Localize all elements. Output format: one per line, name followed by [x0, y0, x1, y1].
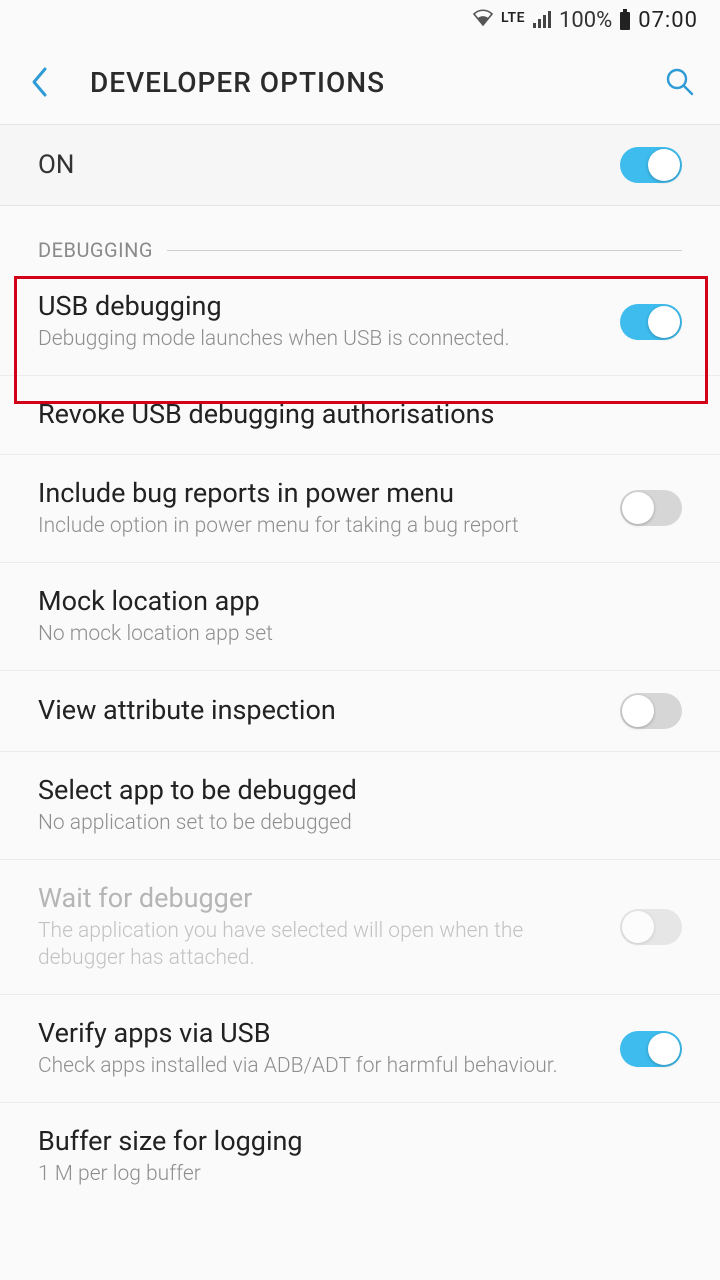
setting-title: Include bug reports in power menu	[38, 477, 600, 511]
setting-text: Verify apps via USBCheck apps installed …	[38, 1017, 600, 1080]
toggle-wait-for-debugger	[620, 909, 682, 945]
toggle-view-attr-inspection[interactable]	[620, 693, 682, 729]
setting-text: Mock location appNo mock location app se…	[38, 585, 682, 648]
master-toggle-label: ON	[38, 150, 620, 180]
setting-bug-reports-power[interactable]: Include bug reports in power menuInclude…	[0, 455, 720, 563]
setting-desc: 1 M per log buffer	[38, 1161, 682, 1188]
setting-usb-debugging[interactable]: USB debuggingDebugging mode launches whe…	[0, 268, 720, 376]
setting-text: Wait for debuggerThe application you hav…	[38, 882, 600, 972]
battery-icon	[618, 9, 632, 31]
page-title: DEVELOPER OPTIONS	[62, 66, 658, 99]
master-toggle-row[interactable]: ON	[0, 124, 720, 206]
chevron-left-icon	[30, 66, 50, 98]
setting-text: View attribute inspection	[38, 694, 600, 728]
setting-desc: No mock location app set	[38, 621, 682, 648]
signal-icon	[531, 10, 553, 30]
setting-title: Revoke USB debugging authorisations	[38, 398, 682, 432]
clock: 07:00	[638, 8, 698, 33]
setting-text: Select app to be debuggedNo application …	[38, 774, 682, 837]
setting-select-app-debug[interactable]: Select app to be debuggedNo application …	[0, 752, 720, 860]
setting-desc: The application you have selected will o…	[38, 918, 600, 973]
battery-pct: 100%	[559, 8, 612, 33]
setting-wait-for-debugger: Wait for debuggerThe application you hav…	[0, 860, 720, 995]
setting-text: Revoke USB debugging authorisations	[38, 398, 682, 432]
setting-title: View attribute inspection	[38, 694, 600, 728]
setting-title: Wait for debugger	[38, 882, 600, 916]
setting-title: Select app to be debugged	[38, 774, 682, 808]
status-bar: LTE 100% 07:00	[0, 0, 720, 40]
app-header: DEVELOPER OPTIONS	[0, 40, 720, 124]
lte-indicator: LTE	[501, 10, 525, 26]
setting-desc: No application set to be debugged	[38, 810, 682, 837]
section-label: DEBUGGING	[38, 238, 153, 262]
search-button[interactable]	[658, 60, 702, 104]
setting-text: USB debuggingDebugging mode launches whe…	[38, 290, 600, 353]
toggle-verify-apps-usb[interactable]	[620, 1031, 682, 1067]
setting-desc: Check apps installed via ADB/ADT for har…	[38, 1053, 600, 1080]
setting-buffer-size-logging[interactable]: Buffer size for logging1 M per log buffe…	[0, 1103, 720, 1210]
toggle-usb-debugging[interactable]	[620, 304, 682, 340]
search-icon	[664, 66, 696, 98]
toggle-bug-reports-power[interactable]	[620, 490, 682, 526]
master-toggle[interactable]	[620, 147, 682, 183]
setting-revoke-usb-auth[interactable]: Revoke USB debugging authorisations	[0, 376, 720, 455]
setting-verify-apps-usb[interactable]: Verify apps via USBCheck apps installed …	[0, 995, 720, 1103]
setting-title: Mock location app	[38, 585, 682, 619]
setting-desc: Include option in power menu for taking …	[38, 513, 600, 540]
back-button[interactable]	[18, 60, 62, 104]
setting-text: Include bug reports in power menuInclude…	[38, 477, 600, 540]
section-divider	[167, 250, 682, 251]
setting-title: USB debugging	[38, 290, 600, 324]
setting-title: Buffer size for logging	[38, 1125, 682, 1159]
setting-mock-location[interactable]: Mock location appNo mock location app se…	[0, 563, 720, 671]
wifi-icon	[471, 7, 495, 33]
setting-text: Buffer size for logging1 M per log buffe…	[38, 1125, 682, 1188]
setting-desc: Debugging mode launches when USB is conn…	[38, 326, 600, 353]
section-header-debugging: DEBUGGING	[0, 206, 720, 268]
settings-list: USB debuggingDebugging mode launches whe…	[0, 268, 720, 1210]
setting-view-attr-inspection[interactable]: View attribute inspection	[0, 671, 720, 752]
setting-title: Verify apps via USB	[38, 1017, 600, 1051]
